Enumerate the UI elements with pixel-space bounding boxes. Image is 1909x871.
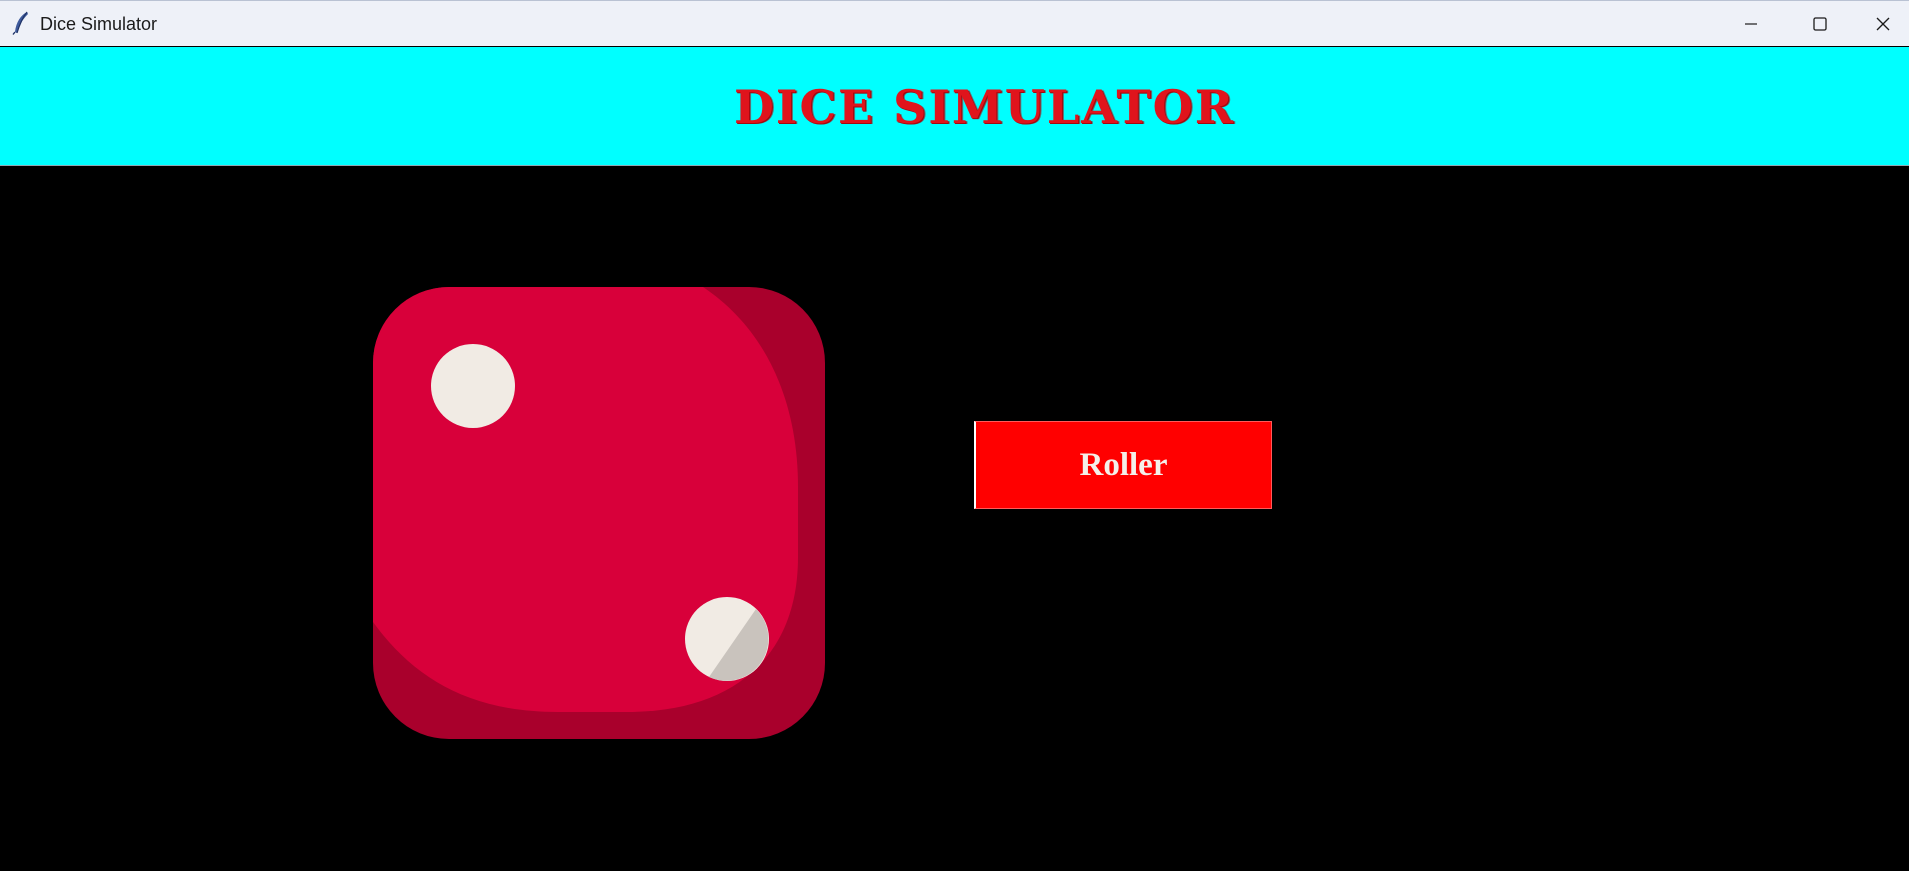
feather-icon [12,11,32,35]
window-title: Dice Simulator [40,14,158,34]
main-content: Roller [0,167,1909,871]
roll-button-label: Roller [1079,446,1168,483]
dice-face-image [373,287,825,739]
app-window: Dice Simulator Dice Simulator [0,0,1909,871]
header-band: Dice Simulator [0,47,1909,166]
close-icon [1876,17,1889,31]
dice-two-icon [373,287,825,739]
app-heading: Dice Simulator [734,80,1235,134]
maximize-button[interactable] [1786,1,1854,47]
title-bar: Dice Simulator [0,0,1909,46]
maximize-icon [1813,17,1827,31]
minimize-icon [1745,23,1757,25]
close-button[interactable] [1856,1,1909,47]
minimize-button[interactable] [1717,1,1785,47]
roll-button[interactable]: Roller [974,421,1272,509]
